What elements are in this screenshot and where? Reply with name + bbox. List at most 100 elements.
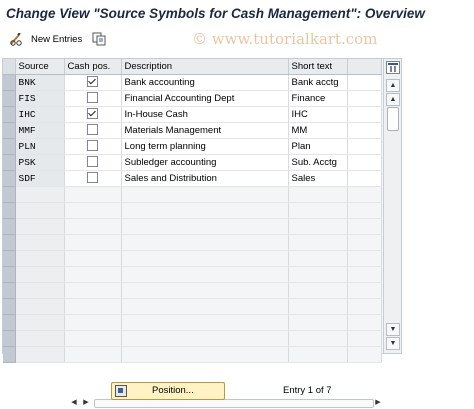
row-selector[interactable] [3,74,16,91]
row-selector[interactable] [3,266,16,283]
position-button[interactable]: Position... [111,382,225,400]
row-selector[interactable] [3,90,16,107]
table-row[interactable]: PSK Subledger accounting Sub. Acctg [3,154,382,171]
blank-cell [347,218,382,235]
row-selector[interactable] [3,122,16,139]
short-text-cell[interactable]: Plan [288,138,348,155]
scroll-left-icon[interactable]: ◀ [68,397,80,409]
cash-pos-cell [64,170,122,187]
row-selector[interactable] [3,314,16,331]
table-row[interactable]: MMF Materials Management MM [3,122,382,139]
cash-pos-checkbox[interactable] [87,171,98,183]
short-text-cell[interactable]: IHC [288,106,348,123]
source-cell [15,250,65,267]
column-settings-icon[interactable] [386,61,400,74]
row-selector[interactable] [3,170,16,187]
short-text-cell[interactable]: Sales [288,170,348,187]
blank-cell [347,282,382,299]
blank-cell [347,106,382,123]
cash-pos-checkbox[interactable] [87,139,98,151]
short-text-cell [288,346,348,363]
empty-table-row [3,218,382,235]
position-icon [115,385,127,397]
description-cell[interactable]: Sales and Distribution [121,170,289,187]
pencil-glasses-icon[interactable] [9,33,23,46]
empty-table-row [3,202,382,219]
page-down-icon[interactable]: ▼ [386,323,400,336]
table-row[interactable]: FIS Financial Accounting Dept Finance [3,90,382,107]
empty-table-row [3,298,382,315]
blank-cell [347,234,382,251]
cash-pos-cell [64,314,122,331]
short-text-cell[interactable]: Sub. Acctg [288,154,348,171]
row-selector[interactable] [3,282,16,299]
column-header-short-text[interactable]: Short text [288,59,348,75]
row-selector[interactable] [3,154,16,171]
vertical-scrollbar[interactable]: ▲ ▲ ▼ ▼ [383,59,401,353]
page-up-icon[interactable]: ▲ [386,93,400,106]
cash-pos-checkbox[interactable] [87,155,98,167]
column-header-source[interactable]: Source [15,59,65,75]
short-text-cell[interactable]: MM [288,122,348,139]
short-text-cell[interactable]: Bank acctg [288,74,348,91]
description-cell [121,234,289,251]
copy-icon[interactable] [92,32,106,46]
description-cell[interactable]: Long term planning [121,138,289,155]
scroll-thumb[interactable] [387,107,399,131]
row-selector[interactable] [3,346,16,363]
cash-pos-cell [64,90,122,107]
new-entries-button[interactable]: New Entries [31,34,82,45]
row-selector[interactable] [3,298,16,315]
page-title: Change View "Source Symbols for Cash Man… [6,6,425,21]
row-selector[interactable] [3,138,16,155]
cash-pos-checkbox[interactable] [87,107,98,119]
cash-pos-cell [64,74,122,91]
cash-pos-checkbox[interactable] [87,75,98,87]
short-text-cell [288,330,348,347]
row-selector[interactable] [3,106,16,123]
description-cell[interactable]: Financial Accounting Dept [121,90,289,107]
cash-pos-cell [64,346,122,363]
description-cell [121,346,289,363]
blank-cell [347,202,382,219]
blank-cell [347,186,382,203]
row-selector[interactable] [3,202,16,219]
empty-table-row [3,186,382,203]
table-row[interactable]: BNK Bank accounting Bank acctg [3,74,382,91]
cash-pos-checkbox[interactable] [87,123,98,135]
description-cell[interactable]: Bank accounting [121,74,289,91]
column-header-description[interactable]: Description [121,59,289,75]
row-selector[interactable] [3,186,16,203]
scroll-down-icon[interactable]: ▼ [386,337,400,350]
empty-table-row [3,314,382,331]
table-row[interactable]: IHC In-House Cash IHC [3,106,382,123]
row-selector[interactable] [3,330,16,347]
table-control: Source Cash pos. Description Short text … [2,58,402,408]
row-selector[interactable] [3,218,16,235]
source-cell: FIS [15,90,65,107]
horizontal-scroll-track[interactable] [94,399,374,408]
description-cell[interactable]: In-House Cash [121,106,289,123]
source-cell [15,218,65,235]
scroll-up-icon[interactable]: ▲ [386,79,400,92]
scroll-right-small-icon[interactable]: ▶ [80,397,92,409]
cash-pos-checkbox[interactable] [87,91,98,103]
row-selector[interactable] [3,234,16,251]
short-text-cell[interactable]: Finance [288,90,348,107]
source-cell: BNK [15,74,65,91]
scroll-right-icon[interactable]: ▶ [372,397,384,409]
table-row[interactable]: SDF Sales and Distribution Sales [3,170,382,187]
description-cell [121,218,289,235]
blank-cell [347,138,382,155]
table-row[interactable]: PLN Long term planning Plan [3,138,382,155]
row-selector[interactable] [3,250,16,267]
description-cell[interactable]: Materials Management [121,122,289,139]
short-text-cell [288,266,348,283]
short-text-cell [288,234,348,251]
cash-pos-cell [64,154,122,171]
short-text-cell [288,298,348,315]
description-cell[interactable]: Subledger accounting [121,154,289,171]
select-all-button[interactable] [3,59,16,75]
column-header-cash-pos[interactable]: Cash pos. [64,59,122,75]
source-cell: MMF [15,122,65,139]
